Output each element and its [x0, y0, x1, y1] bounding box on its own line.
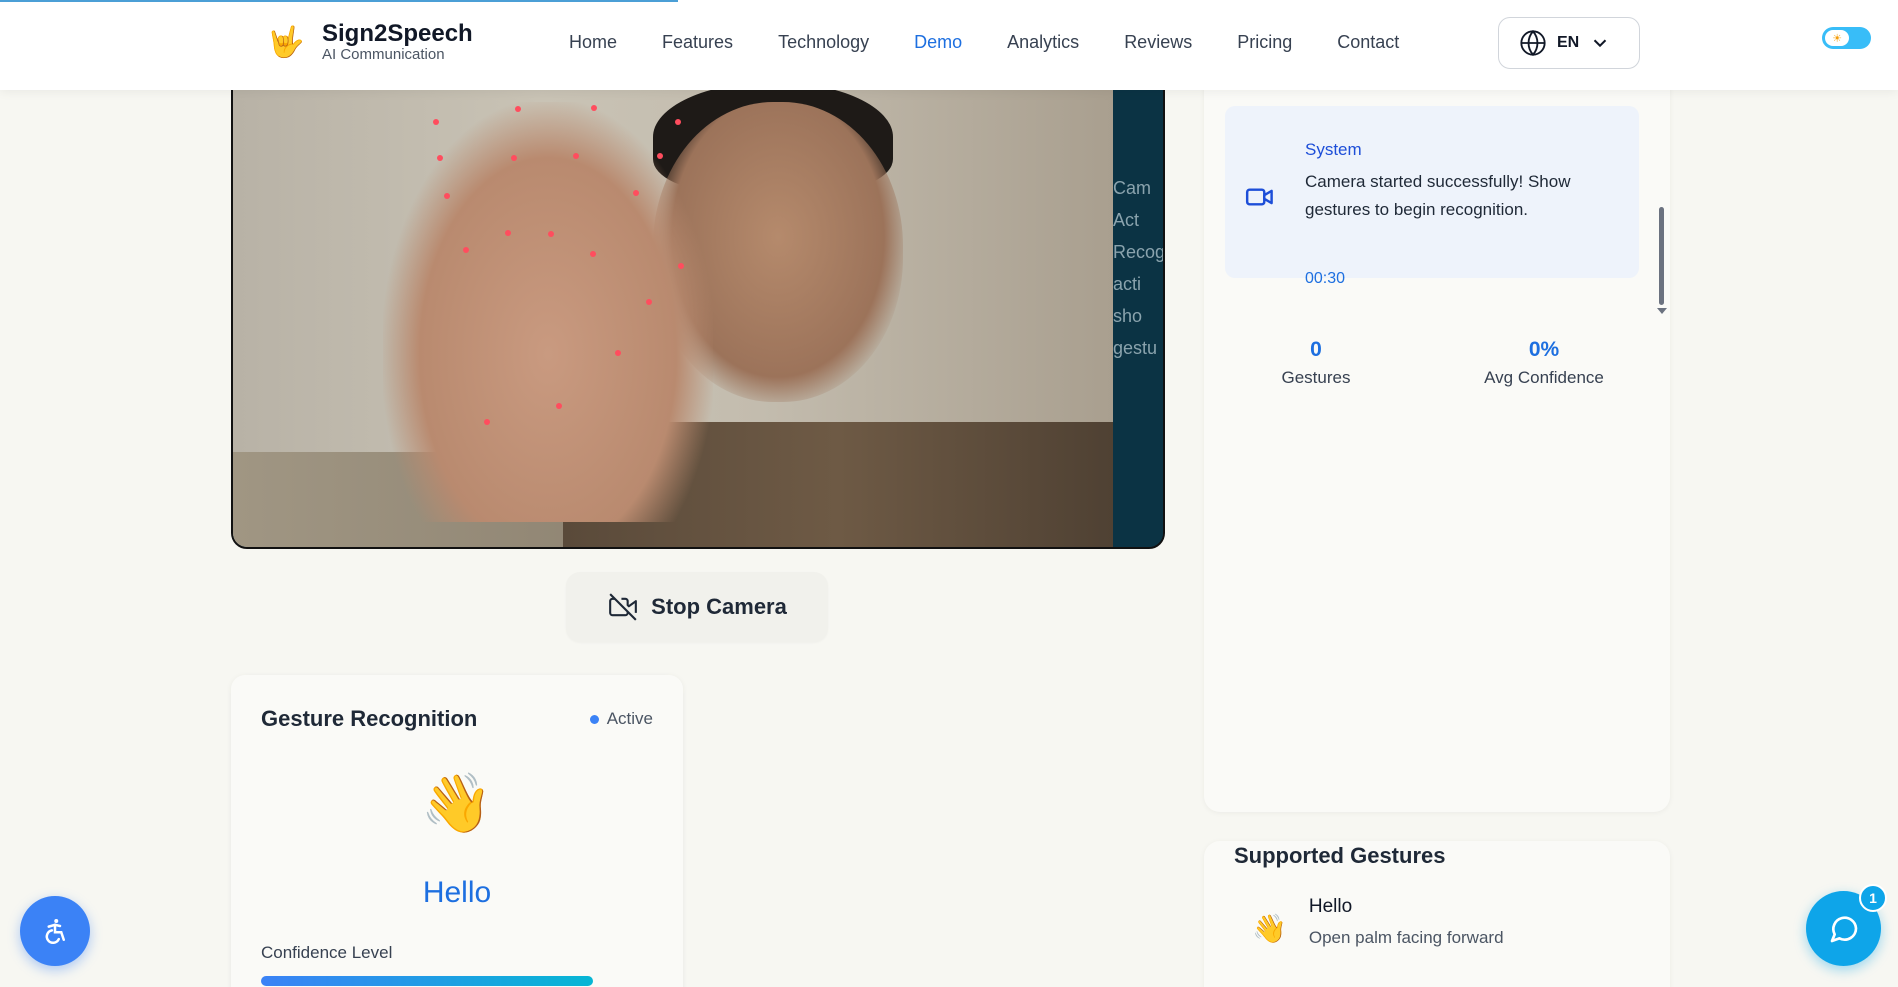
brand-name: Sign2Speech — [322, 20, 473, 47]
scrollbar[interactable] — [1659, 207, 1664, 305]
wave-icon: 👋 — [1252, 913, 1287, 944]
hand-landmark — [590, 251, 596, 257]
globe-icon — [1520, 29, 1546, 57]
brand[interactable]: 🤟 Sign2Speech AI Communication — [266, 20, 473, 63]
hand-landmark — [505, 230, 511, 236]
language-label: EN — [1557, 34, 1580, 51]
supported-gesture-item[interactable]: 👋 Hello Open palm facing forward — [1252, 896, 1504, 948]
hand-landmark — [515, 106, 521, 112]
navbar: 🤟 Sign2Speech AI Communication Home Feat… — [0, 0, 1898, 90]
status-badge: Active — [589, 709, 653, 729]
hand-landmark — [615, 350, 621, 356]
confidence-bar-fill — [261, 976, 593, 986]
overlay-text: sho — [1113, 306, 1143, 326]
chat-bubble-icon — [1830, 915, 1857, 942]
hand-landmark — [591, 105, 597, 111]
accessibility-button[interactable] — [20, 896, 90, 966]
overlay-text: gestu — [1113, 338, 1158, 358]
gestures-stat: 0 Gestures — [1241, 338, 1391, 388]
gesture-recognition-card: Gesture Recognition Active 👋 Hello Confi… — [231, 675, 683, 987]
message-text: Camera started successfully! Show gestur… — [1305, 172, 1571, 219]
nav-home[interactable]: Home — [569, 32, 617, 53]
gestures-label: Gestures — [1281, 368, 1351, 387]
hand-landmark — [657, 153, 663, 159]
camera-feed — [233, 62, 1113, 547]
conversation-panel: System Camera started successfully! Show… — [1204, 60, 1670, 812]
chat-notification-badge: 1 — [1859, 884, 1887, 912]
avg-confidence-label: Avg Confidence — [1484, 368, 1604, 387]
camera-status-overlay: Cam Act Recog acti sho gestu — [1113, 62, 1165, 547]
video-off-icon — [609, 593, 638, 621]
hand-landmark — [444, 193, 450, 199]
hand-landmark — [463, 247, 469, 253]
video-camera-icon — [1245, 188, 1273, 206]
nav-features[interactable]: Features — [662, 32, 733, 53]
scroll-down-arrow[interactable] — [1657, 308, 1667, 314]
supported-gesture-name: Hello — [1308, 896, 1353, 917]
status-label: Active — [606, 709, 653, 728]
card-title: Gesture Recognition — [261, 706, 478, 731]
nav-reviews[interactable]: Reviews — [1124, 32, 1192, 53]
hand-landmark — [675, 119, 681, 125]
chevron-down-icon — [1594, 39, 1607, 48]
supported-gestures-panel: Supported Gestures 👋 Hello Open palm fac… — [1204, 841, 1670, 987]
hand-landmark — [678, 263, 684, 269]
message-time: 00:30 — [1305, 270, 1346, 287]
hand-landmark — [548, 231, 554, 237]
hand-landmark — [646, 299, 652, 305]
supported-gesture-description: Open palm facing forward — [1308, 928, 1504, 947]
hand-landmark — [437, 155, 443, 161]
hand-landmark — [556, 403, 562, 409]
hand-landmark — [633, 190, 639, 196]
nav-contact[interactable]: Contact — [1337, 32, 1399, 53]
system-message: System Camera started successfully! Show… — [1225, 106, 1639, 287]
overlay-text: Recog — [1113, 242, 1165, 262]
stop-camera-button[interactable]: Stop Camera — [566, 572, 828, 642]
hand-landmark — [573, 153, 579, 159]
overlay-text: Act — [1113, 210, 1140, 230]
avg-confidence-stat: 0% Avg Confidence — [1454, 338, 1634, 388]
recognized-gesture: Hello — [422, 876, 492, 909]
nav-demo[interactable]: Demo — [914, 32, 962, 53]
language-selector[interactable]: EN — [1498, 17, 1640, 69]
hand-landmark — [433, 119, 439, 125]
supported-gestures-title: Supported Gestures — [1234, 843, 1446, 868]
message-sender: System — [1305, 140, 1362, 159]
nav-technology[interactable]: Technology — [778, 32, 869, 53]
hand-landmark — [511, 155, 517, 161]
avg-confidence-value: 0% — [1528, 338, 1560, 361]
nav-links: Home Features Technology Demo Analytics … — [569, 32, 1399, 53]
confidence-label: Confidence Level — [261, 943, 393, 962]
page-progress-bar — [0, 0, 678, 2]
gesture-emoji: 👋 — [420, 771, 494, 836]
status-dot — [589, 714, 599, 724]
overlay-text: Cam — [1113, 178, 1152, 198]
camera-view: Cam Act Recog acti sho gestu — [231, 60, 1165, 549]
hand-sign-icon: 🤟 — [267, 25, 305, 59]
hand-landmark — [484, 419, 490, 425]
theme-toggle[interactable]: ☀ — [1822, 27, 1871, 49]
sun-icon: ☀ — [1825, 30, 1849, 46]
nav-analytics[interactable]: Analytics — [1007, 32, 1079, 53]
accessibility-icon — [45, 919, 65, 944]
confidence-bar — [261, 976, 593, 986]
gestures-count: 0 — [1310, 338, 1322, 361]
brand-tagline: AI Communication — [322, 46, 445, 63]
nav-pricing[interactable]: Pricing — [1237, 32, 1292, 53]
stop-camera-label: Stop Camera — [651, 594, 787, 619]
overlay-text: acti — [1113, 274, 1142, 294]
